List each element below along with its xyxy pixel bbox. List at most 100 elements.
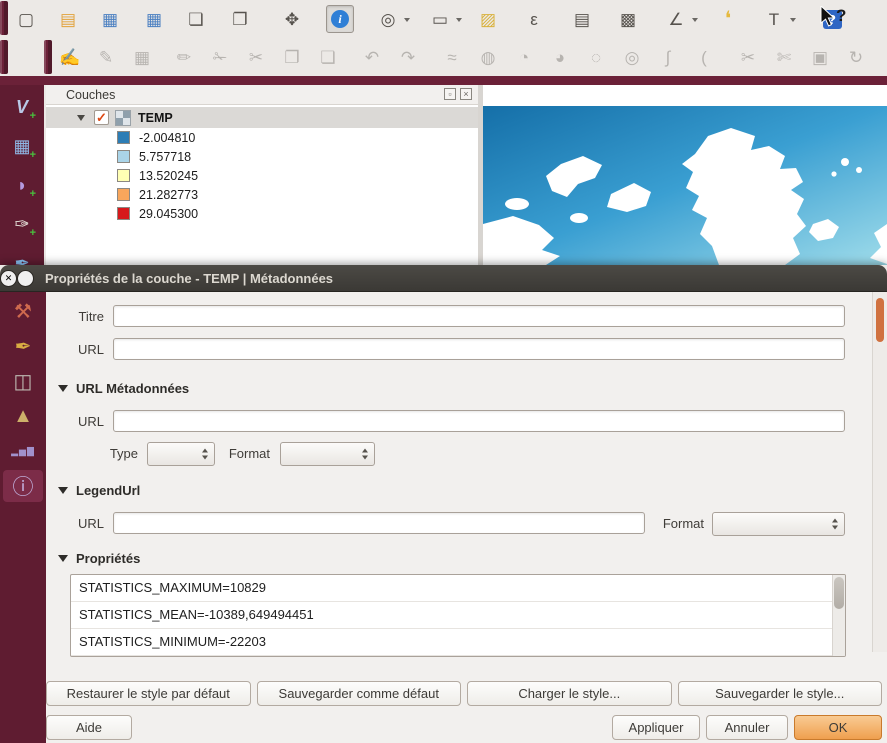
add-part-icon[interactable]: ◔ (510, 43, 538, 71)
delete-selected-icon[interactable]: ✁ (206, 43, 234, 71)
type-select[interactable] (147, 442, 215, 466)
metadata-url-input[interactable] (113, 410, 845, 432)
map-tips-icon[interactable]: ❛ (714, 5, 742, 33)
reshape-features-icon[interactable]: ∫ (654, 43, 682, 71)
help-button[interactable]: Aide (46, 715, 132, 740)
legend-class-4[interactable]: 21.282773 (46, 185, 478, 204)
toolbar-button-glyph: ε (530, 11, 538, 28)
toolbar-handle[interactable] (0, 1, 8, 35)
attribute-table-icon[interactable]: ▤ (568, 5, 596, 33)
add-plus-badge: + (30, 228, 36, 239)
raster-calculator-icon[interactable]: ▩ (614, 5, 642, 33)
toolbar-button-glyph: ▤ (574, 11, 590, 28)
collapse-arrow-icon (58, 385, 68, 397)
legend-class-5[interactable]: 29.045300 (46, 204, 478, 223)
legend-class-3[interactable]: 13.520245 (46, 166, 478, 185)
close-panel-button[interactable]: × (460, 88, 472, 100)
delete-ring-icon[interactable]: ◌ (582, 43, 610, 71)
node-tool-icon[interactable]: ✏ (170, 43, 198, 71)
dialog-scrollbar-thumb[interactable] (876, 298, 884, 342)
toolbar-handle[interactable] (0, 40, 8, 74)
expression-select-icon[interactable]: ε (520, 5, 548, 33)
open-project-icon[interactable]: ▤ (54, 5, 82, 33)
measure-icon[interactable]: ∠ (662, 5, 690, 33)
split-features-icon[interactable]: ✂ (734, 43, 762, 71)
metadata-url-section-header[interactable]: URL Métadonnées (58, 380, 189, 397)
toolbar-handle[interactable] (44, 40, 52, 74)
toolbar-button-glyph: ◔ (519, 49, 529, 66)
apply-button[interactable]: Appliquer (612, 715, 700, 740)
float-panel-button[interactable]: ▫ (444, 88, 456, 100)
add-raster-layer-icon[interactable]: ▦ + (7, 131, 37, 161)
format-label: Format (222, 446, 270, 461)
save-as-default-button[interactable]: Sauvegarder comme défaut (257, 681, 462, 706)
layer-item-temp[interactable]: ✓ TEMP (46, 107, 478, 128)
tab-pyramids[interactable]: ▲ (3, 400, 43, 432)
simplify-feature-icon[interactable]: ≈ (438, 43, 466, 71)
properties-scrollbar[interactable] (832, 575, 845, 656)
close-window-button[interactable]: ✕ (0, 270, 17, 287)
new-composer-icon[interactable]: ❏ (182, 5, 210, 33)
restore-default-style-button[interactable]: Restaurer le style par défaut (46, 681, 251, 706)
rotate-feature-icon[interactable]: ↻ (842, 43, 870, 71)
tab-style[interactable]: ✒ (3, 330, 43, 362)
dialog-titlebar[interactable]: ✕ Propriétés de la couche - TEMP | Métad… (0, 265, 887, 292)
map-canvas[interactable] (483, 85, 887, 265)
expand-arrow-icon[interactable] (77, 115, 85, 125)
tab-transparency[interactable]: ◫ (3, 365, 43, 397)
add-spatialite-layer-icon[interactable]: ✑ + (7, 209, 37, 239)
select-features-icon[interactable]: ▭ (426, 5, 454, 33)
add-database-layer-icon[interactable]: ◗ + (7, 170, 37, 200)
split-parts-icon[interactable]: ✄ (770, 43, 798, 71)
spinner-arrows-icon (362, 446, 368, 463)
new-project-icon[interactable]: ▢ (12, 5, 40, 33)
legend-format-select[interactable] (712, 512, 845, 536)
pan-map-icon[interactable]: ✥ (278, 5, 306, 33)
toolbar-button-glyph: ↻ (849, 49, 863, 66)
tab-histogram[interactable]: ▂▅▇ (3, 435, 43, 467)
legendurl-input[interactable] (113, 512, 645, 534)
tab-metadata[interactable]: ⓘ (3, 470, 43, 502)
copy-features-icon[interactable]: ❐ (278, 43, 306, 71)
title-input[interactable] (113, 305, 845, 327)
save-edits-icon[interactable]: ▦ (128, 43, 156, 71)
property-row[interactable]: STATISTICS_MINIMUM=-22203 (71, 629, 845, 656)
legend-class-1[interactable]: -2.004810 (46, 128, 478, 147)
legendurl-section-header[interactable]: LegendUrl (58, 482, 140, 499)
tab-general[interactable]: ⚒ (3, 295, 43, 327)
restore-window-button[interactable] (17, 270, 34, 287)
cancel-button[interactable]: Annuler (706, 715, 788, 740)
deselect-features-icon[interactable]: ▨ (474, 5, 502, 33)
url-input[interactable] (113, 338, 845, 360)
delete-part-icon[interactable]: ◎ (618, 43, 646, 71)
load-style-button[interactable]: Charger le style... (467, 681, 672, 706)
composer-manager-icon[interactable]: ❐ (226, 5, 254, 33)
dialog-scrollbar[interactable] (872, 292, 887, 652)
undo-icon[interactable]: ↶ (358, 43, 386, 71)
property-row[interactable]: STATISTICS_MAXIMUM=10829 (71, 575, 845, 602)
save-project-as-icon[interactable]: ▦ (140, 5, 168, 33)
add-vector-layer-icon[interactable]: V + (7, 92, 37, 122)
legend-class-2[interactable]: 5.757718 (46, 147, 478, 166)
redo-icon[interactable]: ↷ (394, 43, 422, 71)
fill-ring-icon[interactable]: ◕ (546, 43, 574, 71)
merge-features-icon[interactable]: ▣ (806, 43, 834, 71)
offset-curve-icon[interactable]: ( (690, 43, 718, 71)
identify-icon[interactable]: i (326, 5, 354, 33)
save-project-icon[interactable]: ▦ (96, 5, 124, 33)
add-ring-icon[interactable]: ◍ (474, 43, 502, 71)
layer-visibility-checkbox[interactable]: ✓ (94, 110, 109, 125)
ok-button[interactable]: OK (794, 715, 882, 740)
properties-section-header[interactable]: Propriétés (58, 550, 140, 567)
property-row[interactable]: STATISTICS_MEAN=-10389,649494451 (71, 602, 845, 629)
save-style-button[interactable]: Sauvegarder le style... (678, 681, 883, 706)
dialog-body: ⚒ ✒ ◫ ▲ ▂▅▇ ⓘ Titre URL (0, 292, 887, 743)
scrollbar-thumb[interactable] (834, 577, 844, 609)
text-annotation-icon[interactable]: T (760, 5, 788, 33)
cut-features-icon[interactable]: ✂ (242, 43, 270, 71)
format-select[interactable] (280, 442, 375, 466)
zoom-tool-icon[interactable]: ◎ (374, 5, 402, 33)
paste-features-icon[interactable]: ❏ (314, 43, 342, 71)
current-edits-icon[interactable]: ✍ (56, 43, 84, 71)
toggle-editing-icon[interactable]: ✎ (92, 43, 120, 71)
